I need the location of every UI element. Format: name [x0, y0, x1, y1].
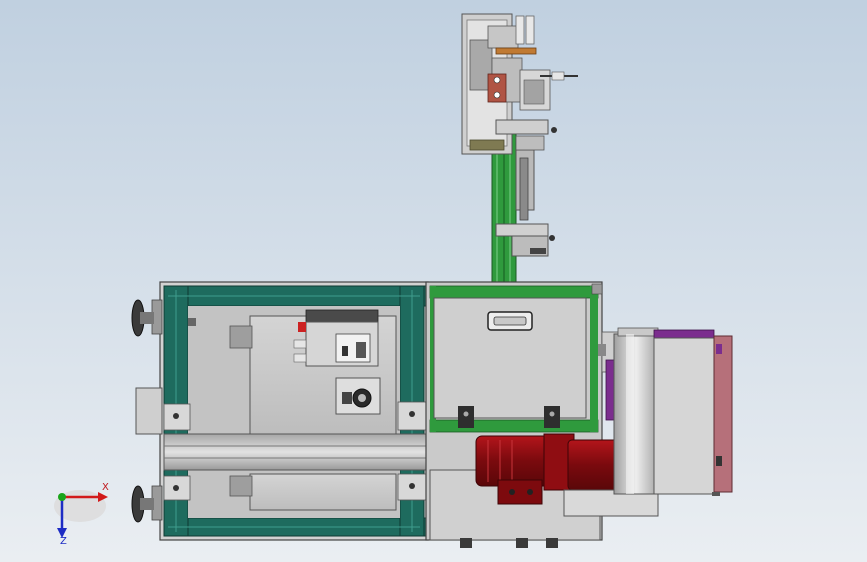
y-axis-dot [58, 493, 66, 501]
z-axis-label: Z [60, 536, 67, 547]
x-axis-label: X [102, 482, 109, 493]
roller-module[interactable] [598, 327, 733, 496]
main-frame-left[interactable] [159, 281, 429, 541]
cad-viewport[interactable]: X Z [0, 0, 867, 562]
machine-assembly-drawing[interactable]: X Z [0, 0, 867, 562]
coordinate-triad: X Z [54, 482, 109, 547]
top-head-assembly[interactable] [461, 13, 578, 155]
